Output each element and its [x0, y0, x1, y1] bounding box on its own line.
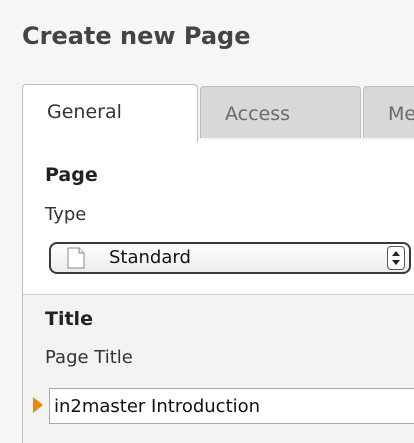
page-title-row — [23, 388, 414, 424]
tab-bar: General Access Me — [22, 84, 414, 142]
triangle-right-icon — [33, 397, 43, 413]
page-section: Page Type Standard — [23, 140, 414, 294]
tab-more[interactable]: Me — [363, 86, 414, 138]
tab-general[interactable]: General — [22, 84, 198, 142]
page-title-label: Page Title — [45, 347, 133, 368]
document-icon — [67, 247, 85, 269]
title-section-heading: Title — [45, 308, 93, 330]
page-section-heading: Page — [45, 164, 98, 186]
tab-access[interactable]: Access — [200, 86, 361, 138]
select-arrows-icon[interactable] — [387, 246, 405, 270]
type-select-value: Standard — [109, 247, 191, 268]
type-label: Type — [45, 204, 87, 225]
general-panel: Page Type Standard Title Page Title — [22, 140, 414, 443]
page-title: Create new Page — [22, 22, 251, 50]
type-select[interactable]: Standard — [49, 242, 411, 274]
page-title-input[interactable] — [49, 388, 414, 424]
